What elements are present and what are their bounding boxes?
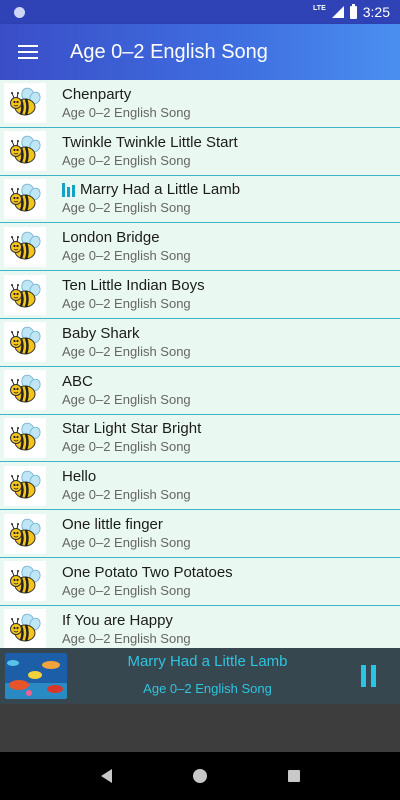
song-subtitle: Age 0–2 English Song (62, 248, 191, 264)
page-title: Age 0–2 English Song (70, 40, 268, 63)
now-playing-subtitle: Age 0–2 English Song (143, 681, 272, 696)
song-subtitle: Age 0–2 English Song (62, 343, 191, 359)
song-title: Star Light Star Bright (62, 420, 202, 438)
bee-thumbnail-icon (4, 370, 46, 411)
song-row[interactable]: Hello Age 0–2 English Song (0, 462, 400, 511)
song-row[interactable]: Star Light Star Bright Age 0–2 English So… (0, 415, 400, 463)
song-row[interactable]: Chenparty Age 0–2 English Song (0, 80, 400, 128)
pause-button[interactable] (348, 656, 388, 696)
bee-thumbnail-icon (4, 322, 46, 363)
notification-dot-icon (14, 6, 25, 18)
song-row[interactable]: ABC Age 0–2 English Song (0, 367, 400, 415)
song-subtitle: Age 0–2 English Song (62, 104, 191, 120)
bee-thumbnail-icon (4, 178, 46, 219)
song-subtitle: Age 0–2 English Song (62, 391, 191, 407)
empty-area (0, 704, 400, 752)
song-title: ABC (62, 372, 93, 390)
song-title: One Potato Two Potatoes (62, 563, 233, 581)
pause-icon (360, 665, 366, 687)
song-title: Hello (62, 468, 97, 486)
song-subtitle: Age 0–2 English Song (62, 200, 191, 216)
song-row[interactable]: If You are Happy Age 0–2 English Song (0, 606, 400, 648)
song-row[interactable]: Twinkle Twinkle Little Start Age 0–2 Engl… (0, 128, 400, 176)
song-row[interactable]: One little finger Age 0–2 English Song (0, 510, 400, 558)
song-title: Marry Had a Little Lamb (80, 181, 241, 199)
battery-icon (349, 3, 357, 19)
bee-thumbnail-icon (4, 417, 46, 458)
back-icon[interactable] (100, 769, 112, 783)
now-playing-title: Marry Had a Little Lamb (127, 653, 288, 670)
home-icon[interactable] (192, 769, 207, 783)
bee-thumbnail-icon (4, 561, 46, 602)
bee-thumbnail-icon (4, 609, 46, 648)
equalizer-icon (62, 182, 75, 197)
app-bar: Age 0–2 English Song (0, 24, 400, 80)
status-indicators: LTE 3:25 (313, 3, 390, 20)
bee-thumbnail-icon (4, 131, 46, 172)
song-title: Twinkle Twinkle Little Start (62, 133, 238, 151)
song-title: One little finger (62, 516, 163, 534)
network-type: LTE (313, 4, 326, 12)
song-row[interactable]: London Bridge Age 0–2 English Song (0, 223, 400, 272)
system-nav-bar (0, 752, 400, 800)
bee-thumbnail-icon (4, 226, 46, 267)
song-subtitle: Age 0–2 English Song (62, 152, 191, 168)
bee-thumbnail-icon (4, 83, 46, 124)
recent-apps-icon[interactable] (287, 770, 300, 782)
song-title: London Bridge (62, 229, 160, 247)
signal-icon (331, 6, 344, 18)
song-title: Baby Shark (62, 324, 140, 342)
now-playing-bar[interactable]: Marry Had a Little Lamb Age 0–2 English … (0, 648, 400, 704)
clock: 3:25 (362, 4, 390, 20)
song-subtitle: Age 0–2 English Song (62, 296, 191, 312)
song-title: Ten Little Indian Boys (62, 277, 205, 295)
song-subtitle: Age 0–2 English Song (62, 439, 191, 455)
song-list[interactable]: Chenparty Age 0–2 English Song Twinkle Tw… (0, 80, 400, 648)
bee-thumbnail-icon (4, 513, 46, 554)
song-subtitle: Age 0–2 English Song (62, 487, 191, 503)
song-row[interactable]: One Potato Two Potatoes Age 0–2 English S… (0, 558, 400, 606)
song-row[interactable]: Baby Shark Age 0–2 English Song (0, 319, 400, 367)
song-title: Chenparty (62, 85, 132, 103)
song-row[interactable]: Marry Had a Little Lamb Age 0–2 English S… (0, 176, 400, 224)
status-bar: LTE 3:25 (0, 0, 400, 24)
bee-thumbnail-icon (4, 465, 46, 506)
song-subtitle: Age 0–2 English Song (62, 535, 191, 551)
song-subtitle: Age 0–2 English Song (62, 630, 191, 646)
bee-thumbnail-icon (4, 274, 46, 315)
song-title: If You are Happy (62, 611, 173, 629)
song-subtitle: Age 0–2 English Song (62, 582, 191, 598)
hamburger-menu-icon[interactable] (0, 24, 56, 80)
song-row[interactable]: Ten Little Indian Boys Age 0–2 English So… (0, 271, 400, 319)
album-art-aquarium[interactable] (5, 653, 67, 699)
